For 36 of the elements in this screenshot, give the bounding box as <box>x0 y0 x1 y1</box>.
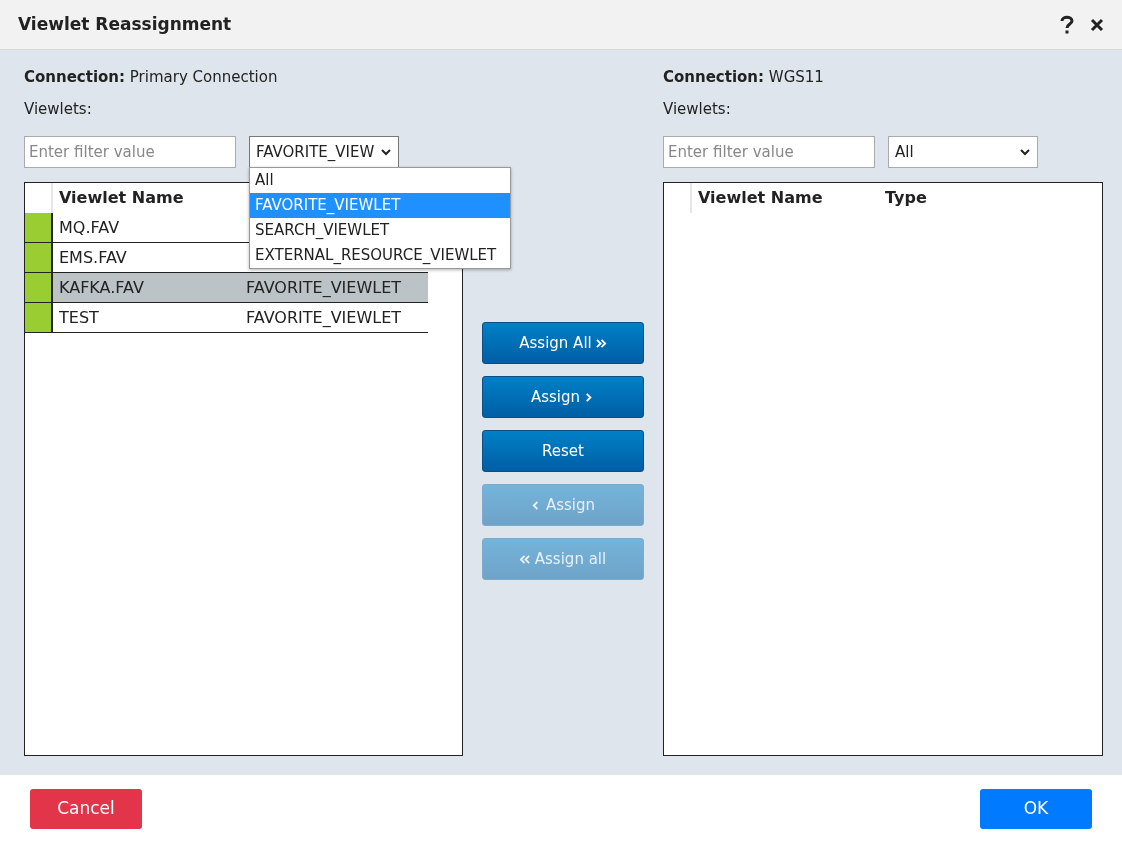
column-header: Viewlet Name <box>697 187 824 209</box>
table-cell-text: FAVORITE_VIEWLET <box>245 276 403 299</box>
table-cell-text: FAVORITE_VIEWLET <box>245 306 403 329</box>
dropdown-option[interactable]: All <box>250 168 510 193</box>
cancel-button[interactable]: Cancel <box>30 788 142 829</box>
column-header: Viewlet Name <box>58 187 185 209</box>
assign-button[interactable]: Assign <box>482 376 644 418</box>
double-chevron-right-icon <box>595 337 607 349</box>
window-title: Viewlet Reassignment <box>18 12 232 36</box>
filter-field[interactable]: Enter filter value <box>663 136 875 168</box>
table-row[interactable]: EMS.FAV <box>25 243 240 272</box>
dropdown-option[interactable]: EXTERNAL_RESOURCE_VIEWLET <box>250 243 510 268</box>
connection-label: Connection: Primary Connection <box>24 67 279 88</box>
chevron-down-icon <box>1019 146 1031 158</box>
connection-label: Connection: WGS11 <box>663 67 825 88</box>
filter-field[interactable]: Enter filter value <box>24 136 236 168</box>
viewlets-label: Viewlets: <box>24 99 93 120</box>
type-dropdown[interactable]: FAVORITE_VIEW <box>249 136 399 168</box>
type-dropdown[interactable]: All <box>888 136 1038 168</box>
help-icon[interactable] <box>1060 14 1074 35</box>
ok-button[interactable]: OK <box>980 788 1092 829</box>
double-chevron-left-icon <box>519 553 531 565</box>
assign-button[interactable]: Reset <box>482 430 644 472</box>
viewlets-label: Viewlets: <box>663 99 732 120</box>
close-icon[interactable] <box>1090 17 1104 32</box>
table-cell-text: MQ.FAV <box>58 216 121 239</box>
dropdown-option[interactable]: SEARCH_VIEWLET <box>250 218 510 243</box>
table-row[interactable]: MQ.FAV <box>25 213 240 242</box>
assign-button[interactable]: Assign All <box>482 322 644 364</box>
chevron-down-icon <box>380 146 392 158</box>
table-row[interactable]: KAFKA.FAV FAVORITE_VIEWLET <box>25 273 428 302</box>
table-row[interactable]: TEST FAVORITE_VIEWLET <box>25 303 428 332</box>
table-cell-text: TEST <box>58 306 100 329</box>
column-header: Type <box>884 187 927 209</box>
table-cell-text: EMS.FAV <box>58 246 128 269</box>
table-cell-text: KAFKA.FAV <box>58 276 145 299</box>
